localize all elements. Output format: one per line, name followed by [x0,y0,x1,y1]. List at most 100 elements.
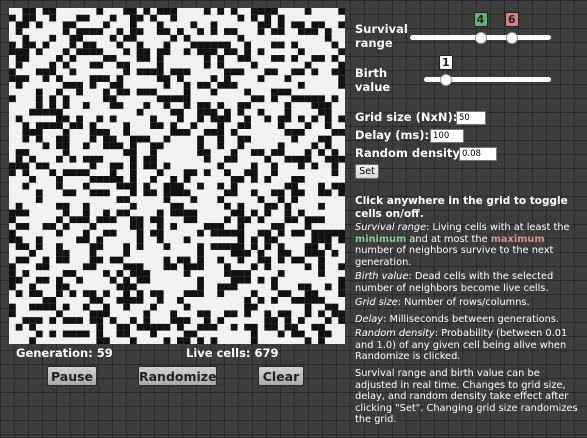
live-cell[interactable] [96,75,104,82]
live-cell[interactable] [291,95,299,103]
live-cell[interactable] [277,115,285,123]
live-cell[interactable] [224,68,231,76]
live-cell[interactable] [103,337,110,344]
live-cell[interactable] [42,263,50,271]
live-cell[interactable] [129,176,137,183]
live-cell[interactable] [163,263,171,271]
live-cell[interactable] [15,21,23,29]
live-cell[interactable] [76,81,83,89]
live-cell[interactable] [311,68,319,76]
live-cell[interactable] [338,155,345,163]
live-cell[interactable] [89,223,97,230]
live-cell[interactable] [338,75,345,82]
live-cell[interactable] [143,155,151,163]
birth-value-thumb[interactable] [439,74,452,86]
live-cell[interactable] [217,283,225,291]
live-cell[interactable] [237,276,245,284]
live-cell[interactable] [170,176,178,183]
live-cell[interactable] [324,135,332,143]
live-cell[interactable] [62,28,70,35]
live-cell[interactable] [35,317,43,324]
live-cell[interactable] [96,8,104,15]
live-cell[interactable] [15,202,23,210]
live-cell[interactable] [237,229,245,237]
live-cell[interactable] [257,108,265,116]
live-cell[interactable] [82,209,90,217]
live-cell[interactable] [170,182,178,190]
live-cell[interactable] [318,55,325,62]
live-cell[interactable] [22,75,30,82]
live-cell[interactable] [62,102,70,109]
live-cell[interactable] [62,270,70,277]
live-cell[interactable] [116,41,124,49]
live-cell[interactable] [264,21,272,29]
live-cell[interactable] [284,216,292,224]
live-cell[interactable] [183,256,191,264]
live-cell[interactable] [123,8,131,15]
live-cell[interactable] [271,189,278,197]
live-cell[interactable] [62,21,70,29]
live-cell[interactable] [136,88,144,96]
live-cell[interactable] [82,182,90,190]
live-cell[interactable] [156,95,164,103]
live-cell[interactable] [237,68,245,76]
live-cell[interactable] [42,68,50,76]
live-cell[interactable] [62,149,70,156]
live-cell[interactable] [291,216,299,224]
live-cell[interactable] [250,236,258,244]
live-cell[interactable] [96,330,104,338]
live-cell[interactable] [143,323,151,331]
live-cell[interactable] [324,122,332,130]
live-cell[interactable] [35,196,43,203]
live-cell[interactable] [217,128,225,136]
live-cell[interactable] [217,290,225,298]
live-cell[interactable] [42,256,50,264]
live-cell[interactable] [170,263,178,271]
live-cell[interactable] [183,34,191,42]
live-cell[interactable] [103,142,110,150]
live-cell[interactable] [143,310,151,318]
live-cell[interactable] [291,296,299,304]
live-cell[interactable] [250,8,258,15]
live-cell[interactable] [277,330,285,338]
live-cell[interactable] [103,310,110,318]
live-cell[interactable] [183,263,191,271]
live-cell[interactable] [96,337,104,344]
live-cell[interactable] [177,68,184,76]
live-cell[interactable] [277,41,285,49]
live-cell[interactable] [156,68,164,76]
live-cell[interactable] [123,128,131,136]
live-cell[interactable] [297,162,305,170]
live-cell[interactable] [22,135,30,143]
live-cell[interactable] [29,303,36,311]
live-cell[interactable] [284,115,292,123]
live-cell[interactable] [76,317,83,324]
live-cell[interactable] [56,202,63,210]
live-cell[interactable] [284,310,292,318]
live-cell[interactable] [318,330,325,338]
live-cell[interactable] [49,8,57,15]
live-cell[interactable] [210,28,218,35]
live-cell[interactable] [224,41,231,49]
live-cell[interactable] [224,169,231,177]
live-cell[interactable] [338,263,345,271]
live-cell[interactable] [183,290,191,298]
live-cell[interactable] [297,48,305,56]
live-cell[interactable] [297,115,305,123]
live-cell[interactable] [82,169,90,177]
live-cell[interactable] [277,243,285,250]
live-cell[interactable] [129,28,137,35]
live-cell[interactable] [250,176,258,183]
live-cell[interactable] [197,276,204,284]
live-cell[interactable] [150,162,157,170]
live-cell[interactable] [129,216,137,224]
live-cell[interactable] [277,270,285,277]
live-cell[interactable] [304,8,312,15]
live-cell[interactable] [156,296,164,304]
live-cell[interactable] [271,68,278,76]
live-cell[interactable] [311,21,319,29]
live-cell[interactable] [96,155,104,163]
live-cell[interactable] [22,149,30,156]
live-cell[interactable] [129,189,137,197]
live-cell[interactable] [123,303,131,311]
